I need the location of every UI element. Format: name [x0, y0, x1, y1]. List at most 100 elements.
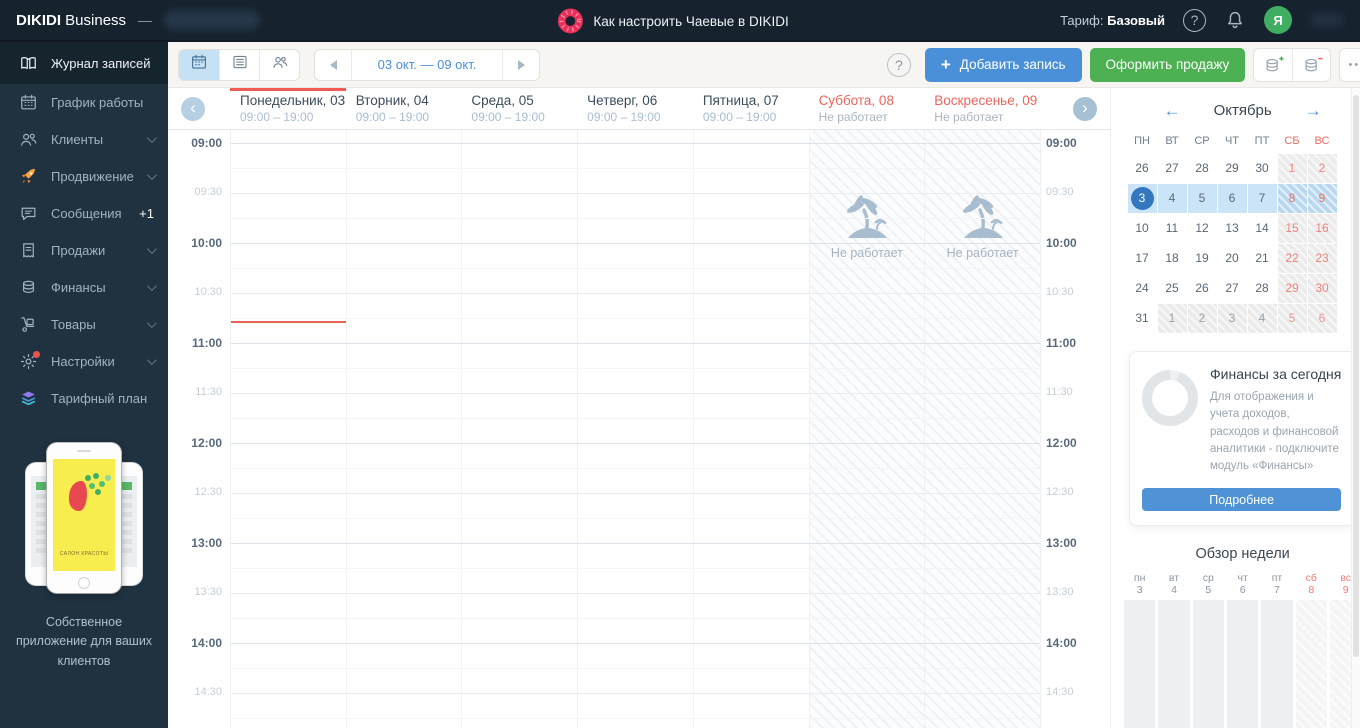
mini-calendar-day[interactable]: 30 [1307, 273, 1337, 303]
business-name-blurred[interactable] [164, 11, 261, 29]
week-overview-day-column[interactable] [1158, 600, 1190, 728]
sidebar-item-clients[interactable]: Клиенты [0, 121, 168, 158]
mini-calendar-day[interactable]: 18 [1158, 244, 1187, 273]
help-icon[interactable]: ? [1183, 8, 1206, 32]
prev-week-button[interactable] [315, 50, 351, 80]
mini-calendar-day[interactable]: 15 [1277, 213, 1307, 243]
view-calendar-button[interactable] [179, 49, 219, 80]
time-gridline [230, 268, 1040, 269]
mini-calendar-day[interactable]: 12 [1188, 214, 1217, 243]
mini-calendar-day[interactable]: 31 [1128, 304, 1157, 333]
prev-month-icon[interactable]: ← [1164, 102, 1181, 119]
time-gridline [230, 168, 1040, 169]
checkout-sale-button[interactable]: Оформить продажу [1089, 47, 1246, 82]
mini-calendar-day[interactable]: 6 [1217, 183, 1247, 213]
mini-calendar-day[interactable]: 23 [1307, 243, 1337, 273]
view-staff-button[interactable] [259, 49, 299, 80]
cash-income-button[interactable] [1254, 49, 1292, 81]
day-header-3[interactable]: Среда, 05 09:00 – 19:00 [461, 88, 577, 130]
week-overview-day-column[interactable] [1226, 600, 1259, 728]
mini-calendar-day[interactable]: 2 [1187, 303, 1217, 333]
next-week-button[interactable] [503, 50, 539, 80]
mini-calendar-day[interactable]: 2 [1307, 153, 1337, 183]
view-list-button[interactable] [219, 49, 259, 80]
toolbar-help-icon[interactable]: ? [886, 52, 911, 77]
sidebar-item-messages[interactable]: Сообщения +1 [0, 195, 168, 232]
non-working-day-column[interactable]: Не работает [809, 130, 925, 728]
sidebar-item-goods[interactable]: Товары [0, 306, 168, 343]
tariff-label[interactable]: Тариф: Базовый [1060, 13, 1165, 28]
mini-calendar-day[interactable]: 28 [1188, 154, 1217, 183]
mini-calendar-day[interactable]: 28 [1248, 274, 1277, 303]
mini-calendar-day[interactable]: 20 [1218, 244, 1247, 273]
mini-calendar-day[interactable]: 27 [1218, 274, 1247, 303]
sidebar-item-sales[interactable]: Продажи [0, 232, 168, 269]
sidebar-item-journal[interactable]: Журнал записей [0, 42, 168, 84]
mini-calendar-day[interactable]: 4 [1247, 303, 1277, 333]
mini-calendar-day[interactable]: 5 [1187, 183, 1217, 213]
mini-calendar-day[interactable]: 29 [1277, 273, 1307, 303]
sidebar-item-promotion[interactable]: Продвижение [0, 158, 168, 195]
mini-calendar-day[interactable]: 17 [1128, 244, 1157, 273]
mini-calendar-day[interactable]: 21 [1248, 244, 1277, 273]
mini-calendar-day[interactable]: 26 [1188, 274, 1217, 303]
app-promo[interactable]: САЛОН КРАСОТЫ Собственное приложение для… [0, 431, 168, 671]
mini-calendar-day[interactable]: 3 [1217, 303, 1247, 333]
mini-calendar-day[interactable]: 19 [1188, 244, 1217, 273]
scroll-days-left-button[interactable]: ‹ [181, 97, 205, 121]
sidebar-item-settings[interactable]: Настройки [0, 343, 168, 380]
mini-calendar-day[interactable]: 1 [1157, 303, 1187, 333]
scrollbar-thumb[interactable] [1353, 95, 1359, 657]
mini-calendar-day[interactable]: 26 [1128, 154, 1157, 183]
mini-calendar-day[interactable]: 11 [1158, 214, 1187, 243]
schedule-grid[interactable]: Не работает Не работает 09:00 09:00 09:30 09… [168, 130, 1110, 728]
brand-separator: — [138, 12, 153, 28]
mini-calendar-day[interactable]: 8 [1277, 183, 1307, 213]
day-header-7[interactable]: Воскресенье, 09 Не работает [924, 88, 1040, 130]
mini-calendar-day[interactable]: 5 [1277, 303, 1307, 333]
day-header-1[interactable]: Понедельник, 03 09:00 – 19:00 [230, 88, 346, 130]
time-label: 10:30 [1046, 286, 1074, 298]
mini-calendar-day[interactable]: 9 [1307, 183, 1337, 213]
sidebar-item-label: Журнал записей [51, 55, 151, 71]
scroll-days-right-button[interactable]: › [1073, 97, 1097, 121]
week-overview-day-column[interactable] [1124, 600, 1156, 728]
promo-banner[interactable]: Как настроить Чаевые в DIKIDI [557, 0, 789, 42]
date-range-label[interactable]: 03 окт. — 09 окт. [351, 49, 503, 80]
mini-calendar-day[interactable]: 30 [1248, 154, 1277, 183]
app-logo[interactable]: DIKIDI Business [16, 12, 126, 29]
mini-calendar-day[interactable]: 24 [1128, 274, 1157, 303]
mini-calendar-day[interactable]: 10 [1128, 214, 1157, 243]
avatar[interactable]: Я [1264, 6, 1292, 34]
mini-calendar-day[interactable]: 6 [1307, 303, 1337, 333]
mini-calendar-selected-day[interactable]: 3 [1127, 183, 1157, 213]
next-month-icon[interactable]: → [1305, 102, 1322, 119]
mini-calendar-day[interactable]: 22 [1277, 243, 1307, 273]
mini-calendar-day[interactable]: 1 [1277, 153, 1307, 183]
day-header-5[interactable]: Пятница, 07 09:00 – 19:00 [693, 88, 809, 130]
mini-calendar-day[interactable]: 29 [1218, 154, 1247, 183]
mini-calendar-day[interactable]: 14 [1248, 214, 1277, 243]
finance-details-button[interactable]: Подробнее [1142, 488, 1342, 512]
sidebar-item-schedule[interactable]: График работы [0, 84, 168, 121]
non-working-day-column[interactable]: Не работает [925, 130, 1040, 728]
mini-calendar-day[interactable]: 7 [1247, 183, 1277, 213]
add-record-button[interactable]: + Добавить запись [924, 47, 1082, 82]
sidebar-item-finance[interactable]: Финансы [0, 269, 168, 306]
mini-calendar-day[interactable]: 25 [1158, 274, 1187, 303]
week-overview-day-column[interactable] [1295, 600, 1327, 728]
bell-icon[interactable] [1224, 9, 1246, 31]
more-actions-button[interactable]: ••• [1339, 47, 1360, 82]
sidebar-item-tariff[interactable]: Тарифный план [0, 380, 168, 417]
day-header-2[interactable]: Вторник, 04 09:00 – 19:00 [346, 88, 462, 130]
mini-calendar-day[interactable]: 16 [1307, 213, 1337, 243]
week-overview-day-column[interactable] [1192, 600, 1224, 728]
day-header-4[interactable]: Четверг, 06 09:00 – 19:00 [577, 88, 693, 130]
mini-calendar-day[interactable]: 13 [1218, 214, 1247, 243]
mini-calendar-day[interactable]: 4 [1157, 183, 1187, 213]
cash-expense-button[interactable] [1292, 48, 1330, 81]
day-working-hours: 09:00 – 19:00 [355, 110, 430, 124]
day-header-6[interactable]: Суббота, 08 Не работает [809, 88, 925, 130]
week-overview-day-column[interactable] [1261, 600, 1293, 728]
mini-calendar-day[interactable]: 27 [1158, 154, 1187, 183]
